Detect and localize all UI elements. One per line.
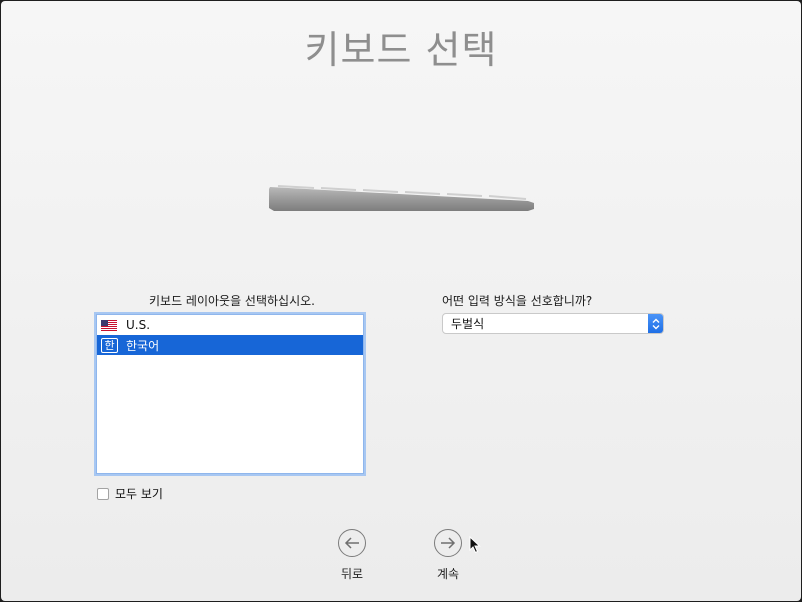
back-button[interactable]: 뒤로 xyxy=(322,529,382,582)
mouse-cursor-icon xyxy=(469,536,481,554)
input-method-label: 어떤 입력 방식을 선호합니까? xyxy=(442,294,593,308)
input-method-select[interactable]: 두벌식 xyxy=(442,313,664,334)
list-item-label: U.S. xyxy=(126,318,151,332)
back-label: 뒤로 xyxy=(340,567,364,581)
forward-arrow-icon xyxy=(434,529,462,557)
back-arrow-icon xyxy=(338,529,366,557)
setup-assistant-window: 키보드 선택 키보드 레이아웃을 선택하십시오. U.S. 한 한국어 모두 보… xyxy=(1,1,801,601)
keyboard-layout-list[interactable]: U.S. 한 한국어 xyxy=(96,314,364,474)
page-title: 키보드 선택 xyxy=(304,28,498,72)
show-all-option[interactable]: 모두 보기 xyxy=(97,485,163,502)
list-item-korean[interactable]: 한 한국어 xyxy=(97,335,363,355)
keyboard-layout-label: 키보드 레이아웃을 선택하십시오. xyxy=(148,294,315,308)
list-item-label: 한국어 xyxy=(126,338,160,353)
show-all-label: 모두 보기 xyxy=(115,487,163,501)
hangul-icon: 한 xyxy=(101,337,119,353)
us-flag-icon xyxy=(101,318,119,332)
show-all-checkbox[interactable] xyxy=(97,487,109,500)
chevron-up-down-icon xyxy=(648,314,663,333)
continue-label: 계속 xyxy=(436,567,460,581)
list-item-us[interactable]: U.S. xyxy=(97,315,363,335)
keyboard-illustration xyxy=(269,185,534,211)
hangul-icon-glyph: 한 xyxy=(101,337,118,353)
input-method-value: 두벌식 xyxy=(451,317,485,331)
